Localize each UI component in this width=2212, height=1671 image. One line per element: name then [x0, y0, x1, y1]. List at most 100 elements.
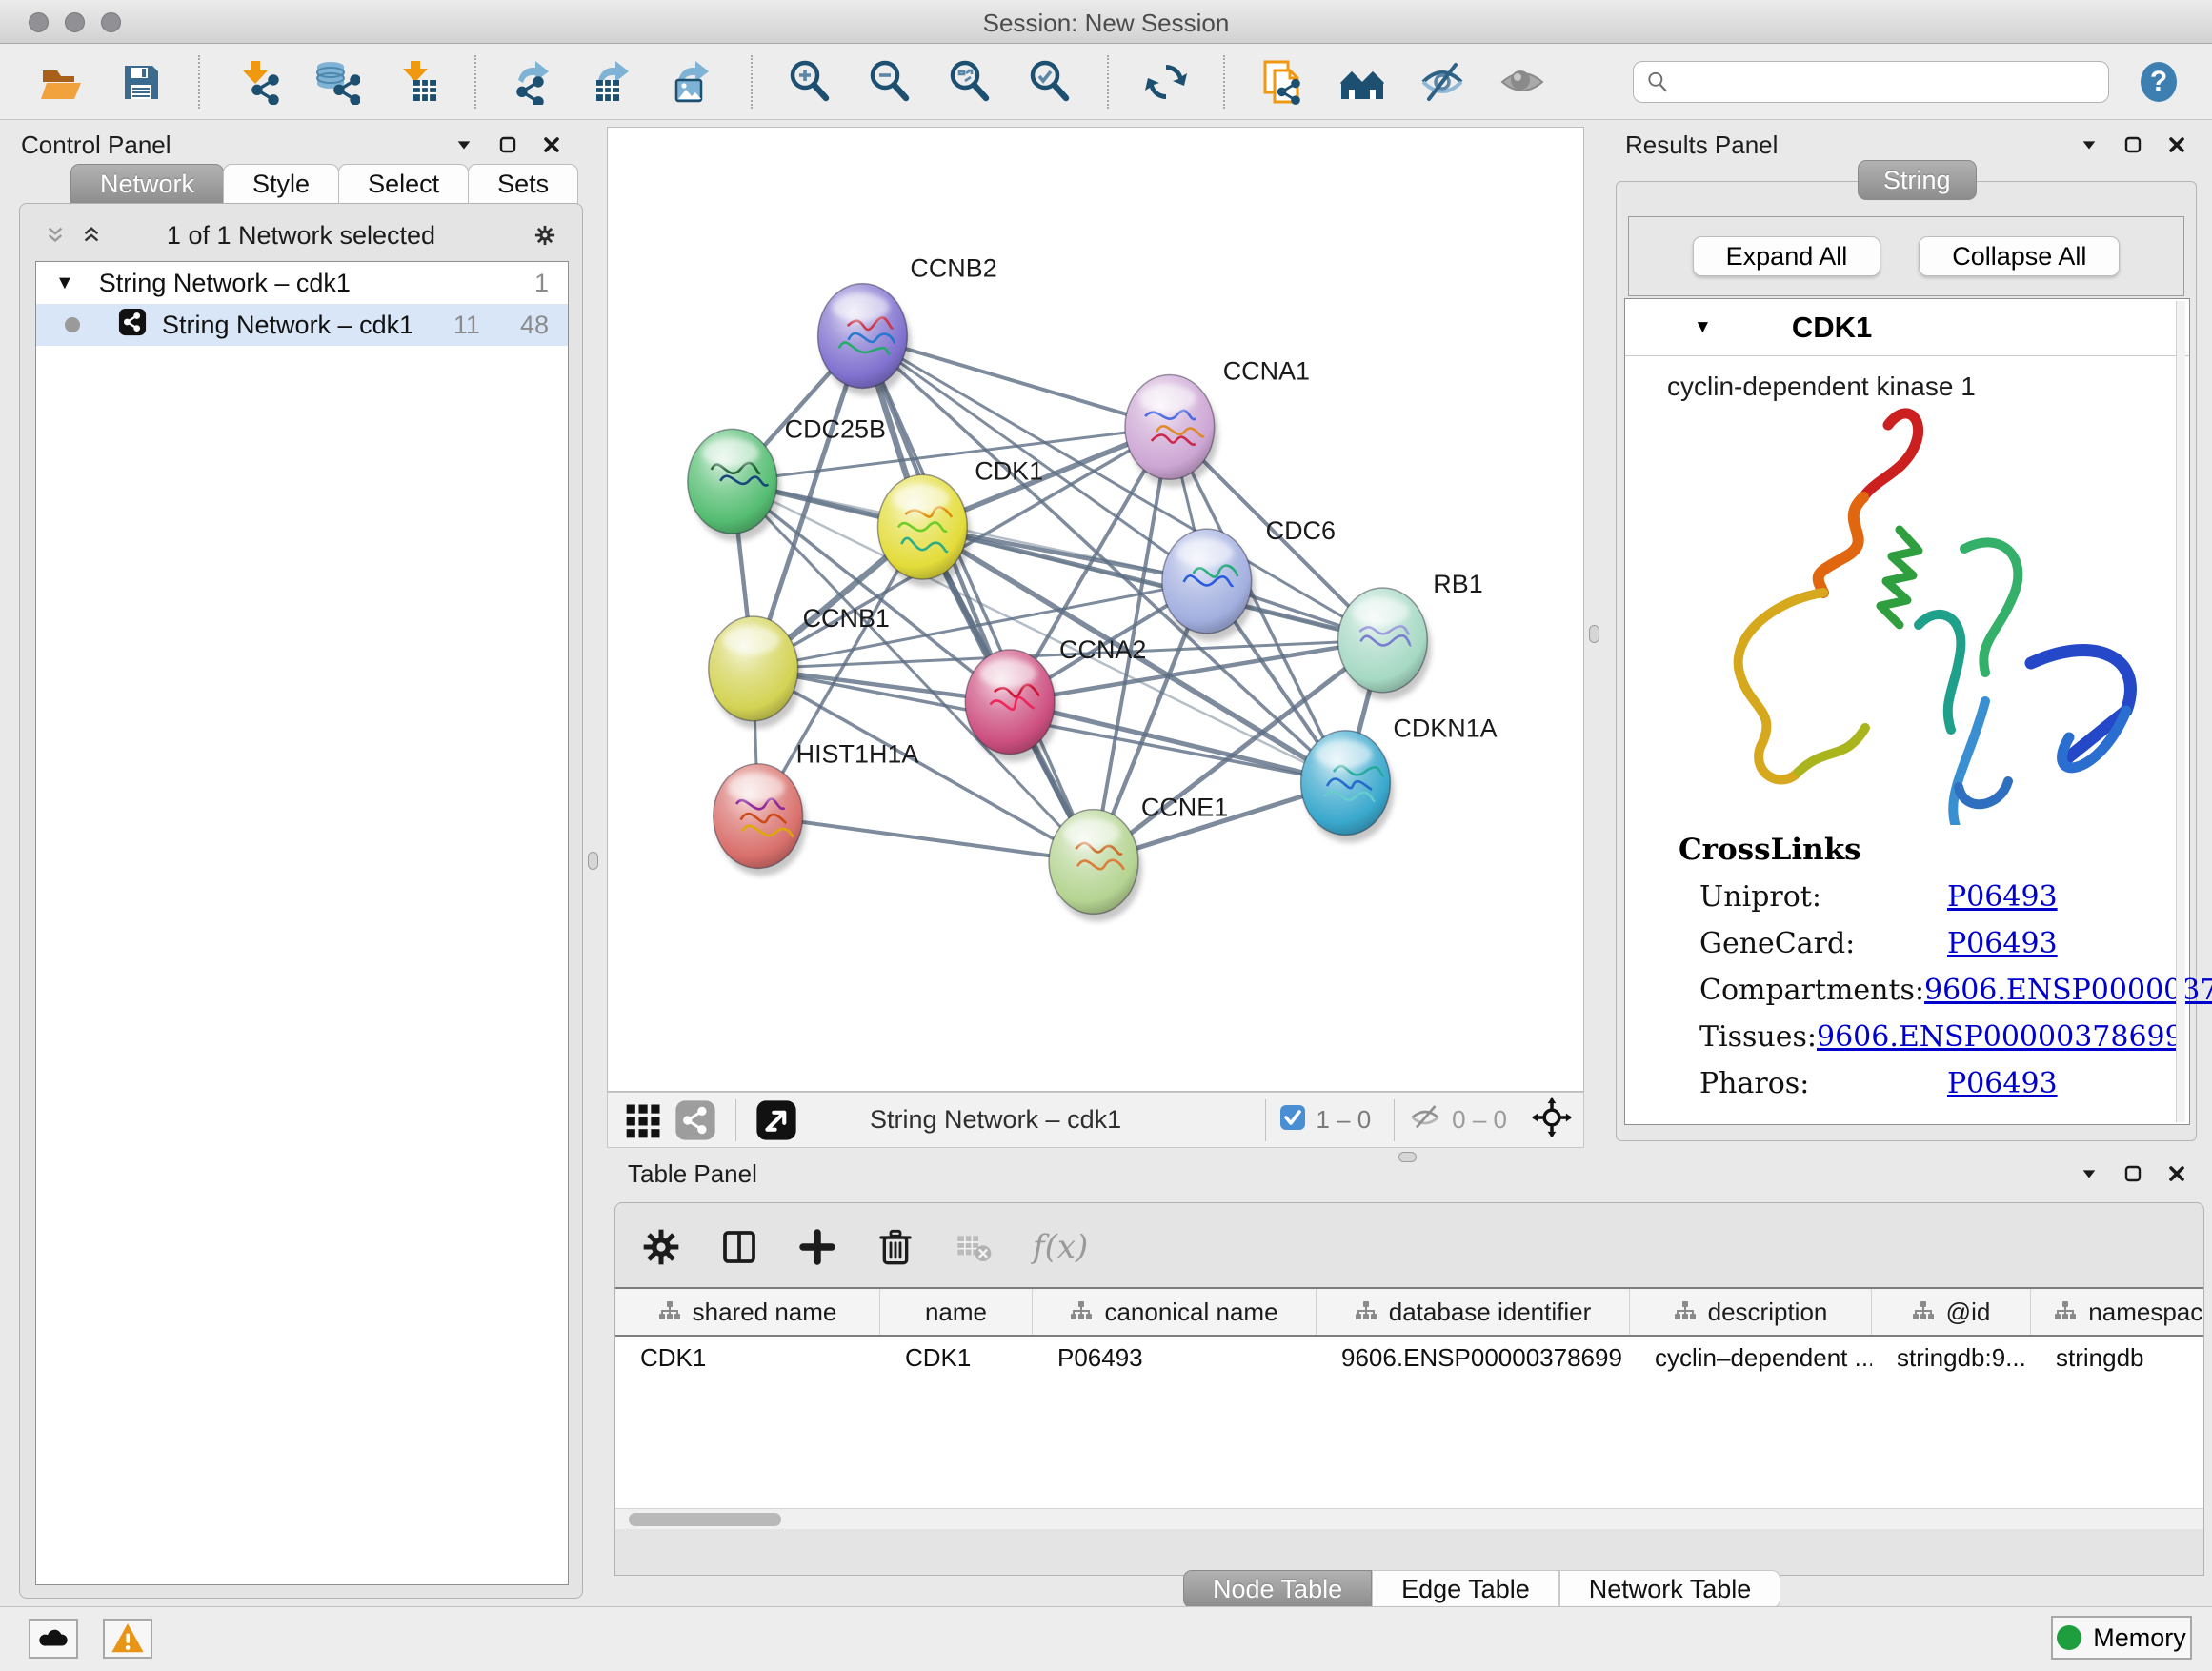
export-table-icon[interactable] — [589, 57, 638, 107]
crosslink-link[interactable]: P06493 — [1947, 927, 2058, 960]
zoom-out-icon[interactable] — [865, 57, 915, 107]
search-input[interactable] — [1679, 68, 2097, 95]
panel-menu-icon[interactable] — [2079, 134, 2100, 155]
crosslink-link[interactable]: P06493 — [1947, 1067, 2058, 1100]
tab-node-table[interactable]: Node Table — [1183, 1570, 1372, 1608]
collapse-all-button[interactable]: Collapse All — [1919, 236, 2120, 276]
node-label-CCNA2: CCNA2 — [1059, 635, 1146, 664]
node-HIST1H1A[interactable]: HIST1H1A — [714, 740, 919, 876]
table-horizontal-scrollbar[interactable] — [615, 1508, 2203, 1529]
zoom-in-icon[interactable] — [785, 57, 835, 107]
open-session-icon[interactable] — [36, 57, 86, 107]
first-neighbors-icon[interactable] — [1337, 57, 1387, 107]
column-header-name[interactable]: name — [880, 1289, 1033, 1335]
column-header-description[interactable]: description — [1630, 1289, 1872, 1335]
grid-view-icon[interactable] — [623, 1096, 665, 1145]
crosslink-link[interactable]: 9606.ENSP00000378699 — [1924, 974, 2212, 1007]
node-CCNB1[interactable]: CCNB1 — [709, 604, 890, 729]
network-thumbnail-icon[interactable] — [674, 1096, 716, 1145]
edge-HIST1H1A-CCNE1[interactable] — [758, 816, 1094, 862]
node-CDK1[interactable]: CDK1 — [877, 456, 1043, 587]
export-image-icon[interactable] — [669, 57, 718, 107]
search-box[interactable] — [1633, 61, 2109, 103]
warning-icon — [110, 1621, 146, 1657]
panel-float-icon[interactable] — [2122, 1163, 2143, 1184]
save-session-icon[interactable] — [116, 57, 166, 107]
network-canvas[interactable]: CCNB2 CCNA1 CDC25B CDK1 CDC6 — [607, 127, 1584, 1092]
tab-network[interactable]: Network — [70, 164, 224, 204]
edge-CCNA2-CDKN1A[interactable] — [1010, 702, 1345, 783]
left-splitter-grip[interactable] — [588, 852, 598, 870]
crosslink-row: Tissues: 9606.ENSP00000378699 — [1699, 1020, 2176, 1054]
panel-close-icon[interactable] — [2166, 134, 2187, 155]
node-CDC25B[interactable]: CDC25B — [688, 414, 886, 541]
table-settings-gear-icon[interactable] — [642, 1222, 680, 1272]
cell-description[interactable]: cyclin–dependent ... — [1630, 1343, 1872, 1373]
import-network-icon[interactable] — [232, 57, 282, 107]
help-icon[interactable]: ? — [2134, 57, 2183, 107]
node-table[interactable]: shared namenamecanonical namedatabase id… — [615, 1287, 2203, 1508]
import-table-icon[interactable] — [392, 57, 442, 107]
expand-all-button[interactable]: Expand All — [1693, 236, 1881, 276]
tree-expander-icon[interactable]: ▼ — [55, 272, 74, 294]
add-column-icon[interactable] — [798, 1222, 836, 1272]
node-CCNA1[interactable]: CCNA1 — [1125, 356, 1310, 487]
cell--id[interactable]: stringdb:9... — [1872, 1343, 2031, 1373]
cell-namespace[interactable]: stringdb — [2031, 1343, 2203, 1373]
table-row[interactable]: CDK1CDK1P064939606.ENSP00000378699cyclin… — [615, 1337, 2203, 1379]
detach-view-icon[interactable] — [755, 1096, 797, 1145]
node-label-CCNA1: CCNA1 — [1223, 356, 1310, 385]
results-scrollbar[interactable] — [2176, 301, 2185, 1122]
column-header--id[interactable]: @id — [1872, 1289, 2031, 1335]
copy-network-icon[interactable] — [1257, 57, 1307, 107]
panel-menu-icon[interactable] — [2079, 1163, 2100, 1184]
edge-CCNB2-CCNE1[interactable] — [862, 336, 1094, 862]
column-header-shared-name[interactable]: shared name — [615, 1289, 880, 1335]
tab-edge-table[interactable]: Edge Table — [1372, 1570, 1559, 1608]
node-label-HIST1H1A: HIST1H1A — [796, 740, 919, 769]
panel-menu-icon[interactable] — [453, 134, 474, 155]
column-header-namespace[interactable]: namespace — [2031, 1289, 2203, 1335]
panel-float-icon[interactable] — [497, 134, 518, 155]
refresh-layout-icon[interactable] — [1141, 57, 1191, 107]
selected-checkbox-icon[interactable] — [1279, 1104, 1306, 1136]
hide-selected-icon[interactable] — [1418, 57, 1467, 107]
cloud-status-button[interactable] — [29, 1619, 78, 1659]
zoom-selected-icon[interactable] — [1025, 57, 1075, 107]
panel-close-icon[interactable] — [2166, 1163, 2187, 1184]
right-splitter-grip[interactable] — [1589, 625, 1599, 643]
warnings-button[interactable] — [103, 1619, 152, 1659]
node-CCNE1[interactable]: CCNE1 — [1049, 794, 1228, 922]
cell-shared-name[interactable]: CDK1 — [615, 1343, 880, 1373]
import-database-icon[interactable] — [312, 57, 362, 107]
network-row[interactable]: String Network – cdk1 11 48 — [36, 304, 568, 346]
cell-canonical-name[interactable]: P06493 — [1033, 1343, 1317, 1373]
birds-eye-view-icon[interactable] — [1532, 1097, 1572, 1142]
tab-string[interactable]: String — [1858, 160, 1977, 200]
node-CDKN1A[interactable]: CDKN1A — [1301, 715, 1498, 843]
network-collection-row[interactable]: ▼ String Network – cdk1 1 — [36, 262, 568, 304]
delete-column-trash-icon[interactable] — [876, 1222, 915, 1272]
cell-name[interactable]: CDK1 — [880, 1343, 1033, 1373]
export-network-icon[interactable] — [509, 57, 558, 107]
string-network-graph[interactable]: CCNB2 CCNA1 CDC25B CDK1 CDC6 — [608, 128, 1583, 1091]
node-RB1[interactable]: RB1 — [1337, 570, 1482, 700]
panel-float-icon[interactable] — [2122, 134, 2143, 155]
select-columns-icon[interactable] — [720, 1222, 758, 1272]
collapse-protein-icon[interactable]: ▼ — [1694, 317, 1712, 338]
crosslink-link[interactable]: 9606.ENSP00000378699 — [1817, 1020, 2183, 1054]
tab-sets[interactable]: Sets — [468, 164, 578, 204]
panel-close-icon[interactable] — [541, 134, 562, 155]
column-header-database-identifier[interactable]: database identifier — [1317, 1289, 1630, 1335]
zoom-fit-icon[interactable] — [945, 57, 995, 107]
scrollbar-thumb[interactable] — [629, 1513, 781, 1526]
tab-select[interactable]: Select — [338, 164, 469, 204]
cell-database-identifier[interactable]: 9606.ENSP00000378699 — [1317, 1343, 1630, 1373]
column-header-canonical-name[interactable]: canonical name — [1033, 1289, 1317, 1335]
node-CCNB2[interactable]: CCNB2 — [818, 254, 997, 396]
show-all-icon[interactable] — [1498, 57, 1547, 107]
tab-style[interactable]: Style — [223, 164, 339, 204]
memory-button[interactable]: Memory — [2051, 1616, 2192, 1660]
crosslink-link[interactable]: P06493 — [1947, 880, 2058, 914]
tab-network-table[interactable]: Network Table — [1559, 1570, 1781, 1608]
